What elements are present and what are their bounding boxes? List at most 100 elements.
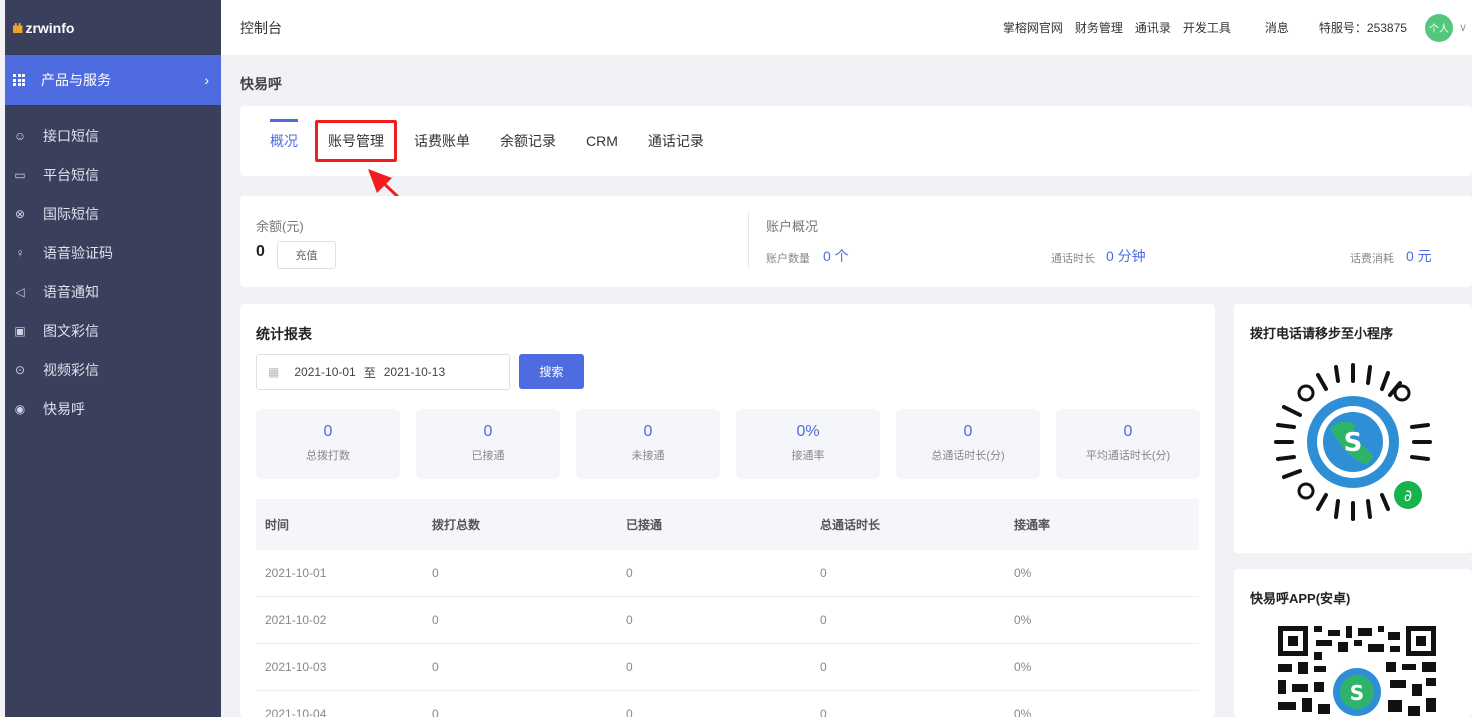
miniprogram-title: 拨打电话请移步至小程序	[1250, 326, 1394, 341]
table-cell: 0%	[1014, 613, 1032, 627]
products-services-menu[interactable]: 产品与服务 ›	[5, 55, 221, 105]
date-from[interactable]: 2021-10-01	[294, 365, 355, 379]
table-cell: 0%	[1014, 566, 1032, 580]
kpi-value: 0	[1123, 423, 1133, 440]
avatar[interactable]: 个人	[1424, 13, 1453, 42]
kpi-total-calls: 0 总拨打数	[256, 409, 400, 479]
table-cell: 0	[820, 566, 827, 580]
table-cell: 0%	[1014, 707, 1032, 717]
sidebar-item-voice-notice[interactable]: ◁ 语音通知	[5, 272, 221, 311]
messages-link[interactable]: 消息	[1265, 19, 1289, 36]
table-cell: 0	[432, 707, 439, 717]
column-header: 总通话时长	[820, 518, 881, 532]
tab-bar: 概况 账号管理 话费账单 余额记录 CRM 通话记录	[240, 106, 1472, 176]
call-duration-label: 通话时长	[1051, 253, 1095, 265]
divider	[748, 212, 749, 268]
kpi-value: 0	[483, 423, 493, 440]
tab-billing[interactable]: 话费账单	[399, 106, 485, 176]
table-cell: 0	[432, 566, 439, 580]
table-cell: 0	[820, 613, 827, 627]
microphone-icon: ♀	[15, 245, 25, 260]
message-icon: ▭	[14, 167, 26, 182]
tab-account-management[interactable]: 账号管理	[315, 120, 397, 162]
sidebar-item-video-mms[interactable]: ⊙ 视频彩信	[5, 350, 221, 389]
balance-card: 余额(元) 0 充值 账户概况 账户数量 0 个 通话时长 0 分钟 话费消耗 …	[240, 196, 1472, 287]
miniprogram-card: 拨打电话请移步至小程序 S ∂	[1234, 304, 1472, 553]
sidebar-item-api-sms[interactable]: ☺ 接口短信	[5, 116, 221, 155]
cost-label: 话费消耗	[1350, 253, 1394, 265]
chevron-down-icon[interactable]: ∨	[1459, 21, 1467, 34]
call-icon: ◉	[14, 401, 26, 416]
recharge-button[interactable]: 充值	[277, 241, 336, 269]
kpi-label: 已接通	[471, 450, 505, 462]
search-button[interactable]: 搜索	[519, 354, 584, 389]
date-to[interactable]: 2021-10-13	[384, 365, 445, 379]
table-cell: 2021-10-04	[265, 707, 327, 717]
table-cell: 0	[626, 613, 633, 627]
account-overview-label: 账户概况	[766, 219, 819, 234]
grid-icon	[13, 74, 25, 86]
sidebar-item-international-sms[interactable]: ⊗ 国际短信	[5, 194, 221, 233]
globe-icon: ⊗	[14, 206, 26, 221]
date-separator: 至	[363, 365, 376, 380]
svg-text:S: S	[1344, 428, 1363, 458]
page-title: 控制台	[240, 19, 282, 36]
tab-call-records[interactable]: 通话记录	[633, 106, 719, 176]
table-row: 2021-10-02 0 0 0 0%	[256, 597, 1199, 644]
sidebar-item-kuaiyihu[interactable]: ◉ 快易呼	[5, 389, 221, 428]
top-link-contacts[interactable]: 通讯录	[1135, 19, 1171, 36]
sidebar-item-label: 语音验证码	[43, 244, 113, 261]
sidebar-item-voice-code[interactable]: ♀ 语音验证码	[5, 233, 221, 272]
cost-value: 0 元	[1406, 248, 1432, 264]
table-cell: 0	[626, 566, 633, 580]
kpi-label: 平均通话时长(分)	[1085, 450, 1171, 462]
app-card: 快易呼APP(安卓) S	[1234, 569, 1472, 717]
table-cell: 0	[820, 707, 827, 717]
sidebar-menu: ☺ 接口短信 ▭ 平台短信 ⊗ 国际短信 ♀ 语音验证码 ◁ 语音通知 ▣ 图文彩信 ⊙ 视频…	[5, 116, 221, 428]
app-title: 快易呼APP(安卓)	[1250, 591, 1351, 606]
kpi-connect-rate: 0% 接通率	[736, 409, 880, 479]
column-header: 拨打总数	[432, 518, 481, 532]
top-nav: 掌榕网官网 财务管理 通讯录 开发工具 消息 特服号：253875 个人 ∨	[1003, 0, 1472, 55]
kpi-value: 0	[323, 423, 333, 440]
sidebar-item-label: 语音通知	[43, 283, 99, 300]
sidebar-item-platform-sms[interactable]: ▭ 平台短信	[5, 155, 221, 194]
kpi-avg-duration: 0 平均通话时长(分)	[1056, 409, 1200, 479]
logo-text: zrwinfo	[25, 19, 75, 36]
sidebar-item-label: 视频彩信	[43, 361, 99, 378]
sidebar-item-label: 快易呼	[43, 400, 85, 417]
chat-icon: ☺	[13, 128, 27, 143]
table-row: 2021-10-01 0 0 0 0%	[256, 550, 1199, 597]
table-cell: 2021-10-01	[265, 566, 327, 580]
logo[interactable]: ılılı zrwinfo	[5, 0, 221, 55]
top-link-official-site[interactable]: 掌榕网官网	[1003, 19, 1063, 36]
table-cell: 2021-10-02	[265, 613, 327, 627]
sidebar-item-label: 接口短信	[43, 127, 99, 144]
table-cell: 2021-10-03	[265, 660, 327, 674]
sidebar-item-mms[interactable]: ▣ 图文彩信	[5, 311, 221, 350]
chevron-right-icon: ›	[204, 72, 209, 88]
sidebar-item-label: 图文彩信	[43, 322, 99, 339]
stats-table: 时间 拨打总数 已接通 总通话时长 接通率 2021-10-01 0 0 0 0…	[256, 499, 1199, 717]
tab-overview[interactable]: 概况	[255, 106, 313, 176]
table-cell: 0	[820, 660, 827, 674]
kpi-value: 0%	[796, 423, 820, 440]
top-link-finance[interactable]: 财务管理	[1075, 19, 1123, 36]
image-icon: ▣	[14, 323, 26, 338]
account-number: 特服号：253875	[1318, 21, 1407, 35]
top-link-dev-tools[interactable]: 开发工具	[1183, 19, 1231, 36]
kpi-label: 总通话时长(分)	[931, 450, 1005, 462]
table-cell: 0	[432, 660, 439, 674]
svg-text:∂: ∂	[1404, 486, 1412, 505]
date-range-picker[interactable]: ▦ 2021-10-01 至 2021-10-13	[256, 354, 510, 390]
video-icon: ⊙	[14, 362, 26, 377]
top-bar: 控制台 掌榕网官网 财务管理 通讯录 开发工具 消息 特服号：253875 个人…	[221, 0, 1472, 55]
logo-mark-icon: ılılı	[12, 19, 24, 36]
tab-balance-records[interactable]: 余额记录	[485, 106, 571, 176]
tab-crm[interactable]: CRM	[571, 106, 633, 176]
section-heading: 快易呼	[240, 76, 282, 92]
sidebar-item-label: 平台短信	[43, 166, 99, 183]
column-header: 已接通	[626, 518, 663, 532]
kpi-value: 0	[643, 423, 653, 440]
calendar-icon: ▦	[268, 365, 280, 379]
